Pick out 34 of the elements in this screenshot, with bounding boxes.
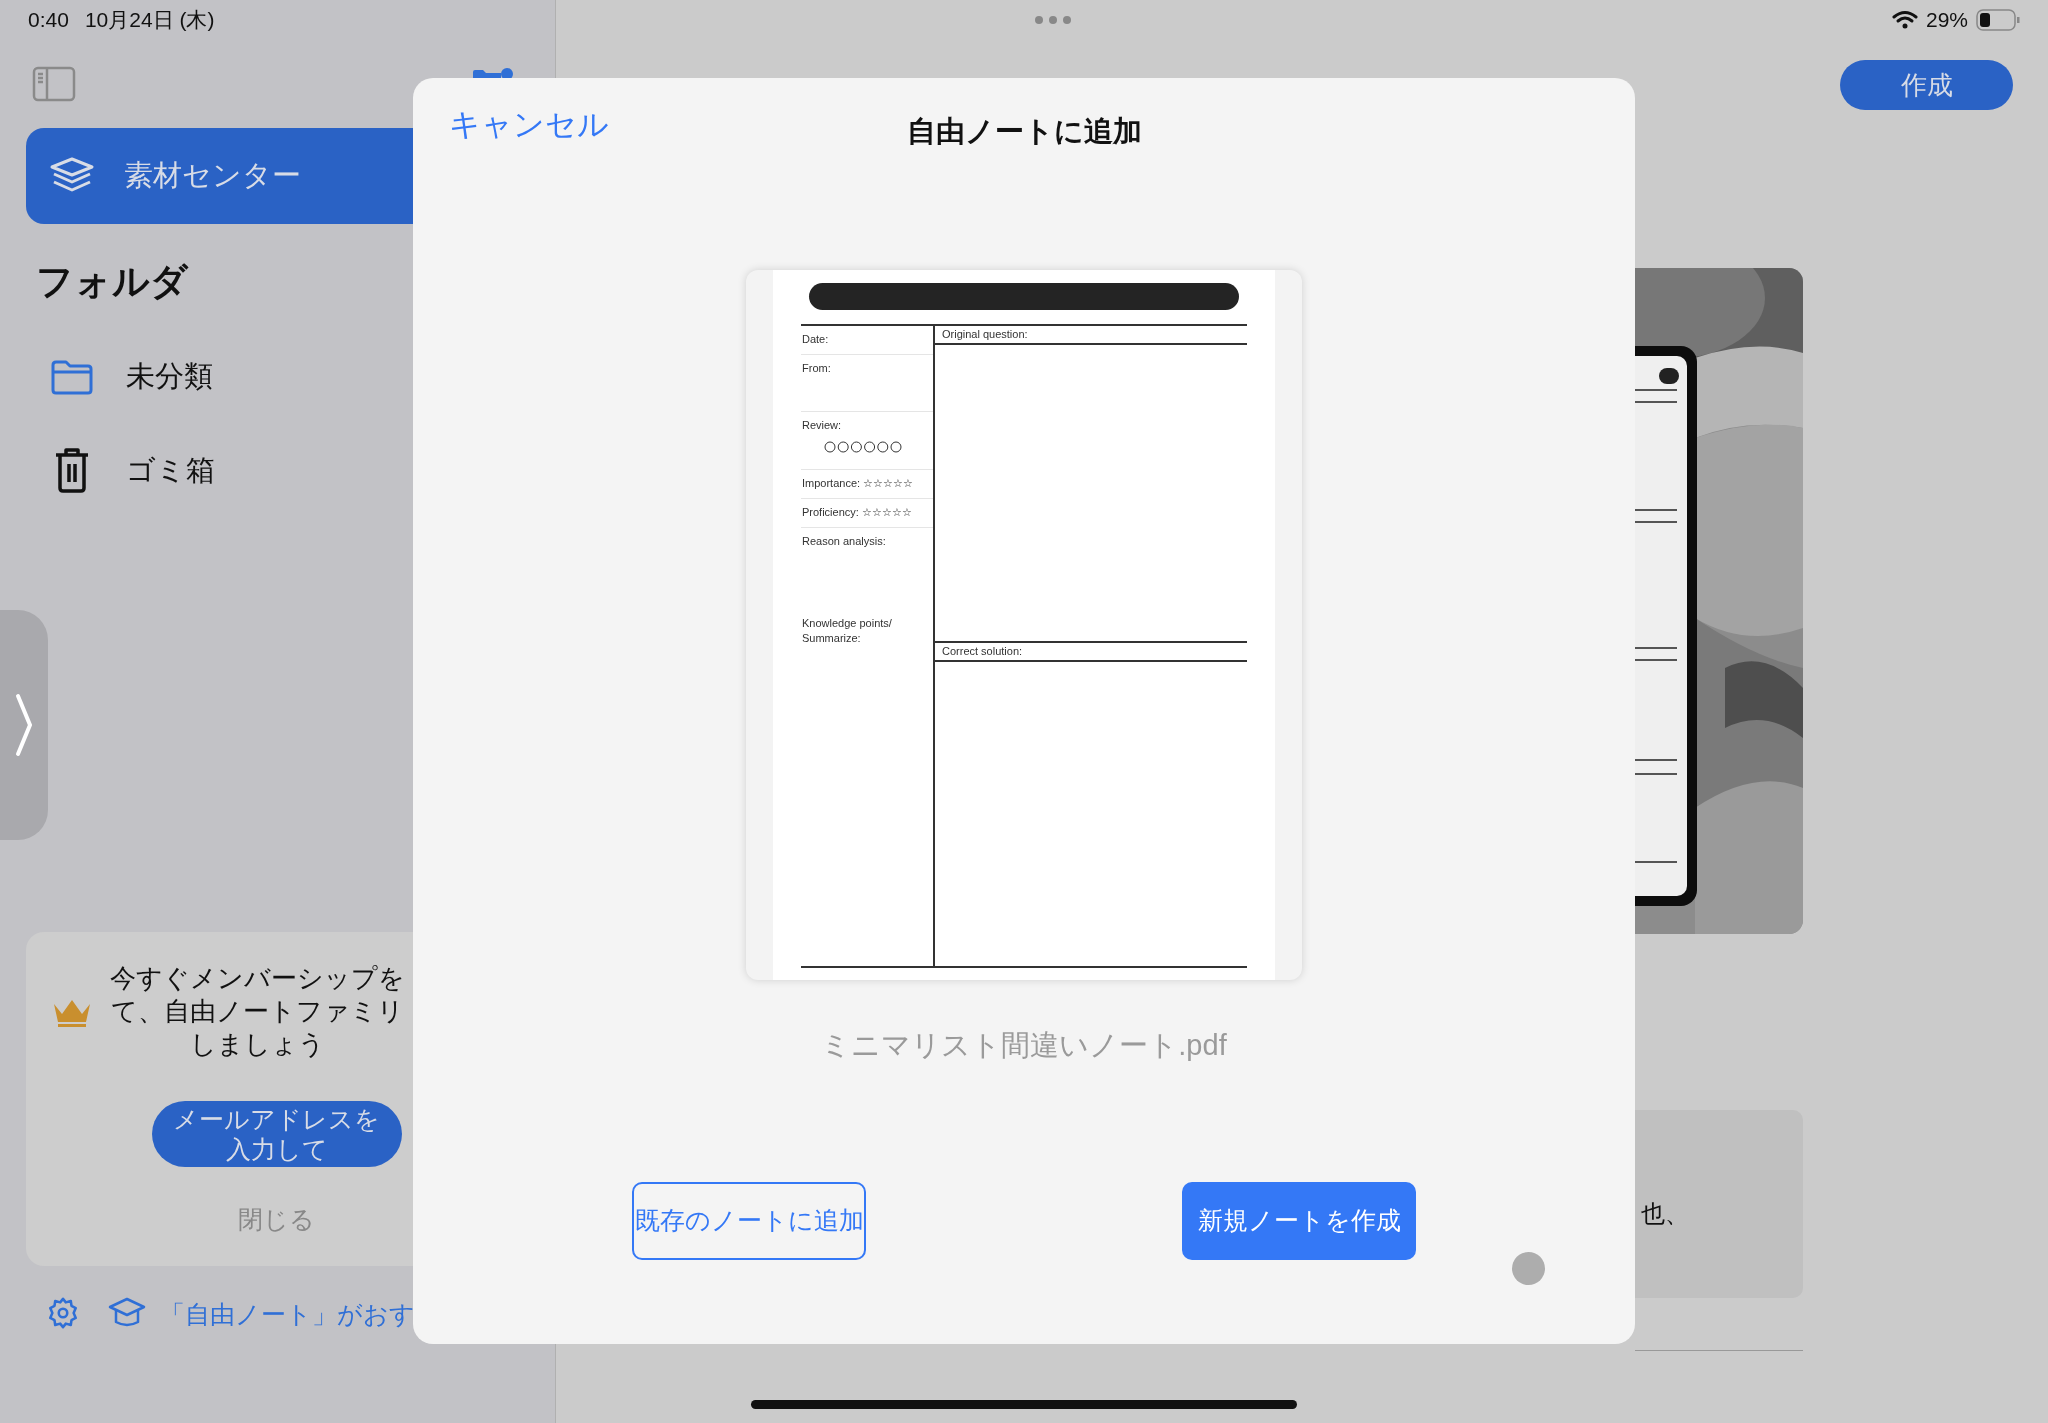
folder-item[interactable]: 未分類 [26, 329, 555, 424]
battery-percent: 29% [1925, 7, 1968, 34]
section-header: Original question: [935, 326, 1247, 345]
chevron-right-icon [15, 692, 33, 757]
field-label: Proficiency: ☆☆☆☆☆ [802, 505, 913, 520]
card-text: 也、 [1641, 1199, 1689, 1229]
dialog-title: 自由ノートに追加 [906, 114, 1142, 150]
close-link[interactable]: 閉じる [238, 1201, 315, 1239]
field-label: Knowledge points/ Summarize: [802, 616, 893, 646]
add-to-note-button[interactable]: 既存のノートに追加 [632, 1181, 866, 1260]
folder-icon [50, 358, 94, 395]
status-date: 10月24日 (木) [84, 7, 215, 34]
email-button[interactable]: メールアドレスを入力して [151, 1101, 402, 1167]
battery-icon [1976, 9, 2020, 31]
graduation-cap-icon[interactable] [108, 1296, 146, 1328]
field-label: Review: [802, 418, 843, 433]
section-heading: フォルダ [36, 260, 190, 304]
field-label: From: [802, 361, 832, 376]
field-label: Reason analysis: [802, 534, 887, 549]
wifi-icon [1891, 10, 1918, 30]
status-time: 0:40 [28, 7, 69, 34]
settings-icon[interactable] [46, 1296, 80, 1330]
create-button[interactable]: 作成 [1840, 60, 2013, 110]
field-label: Date: [802, 332, 830, 347]
field-label: Importance: ☆☆☆☆☆ [802, 476, 915, 491]
recommend-link[interactable]: 「自由ノート」がおす [160, 1296, 415, 1334]
create-note-button[interactable]: 新規ノートを作成 [1182, 1181, 1416, 1260]
section-header: Correct solution: [935, 641, 1247, 662]
promo-message: 今すぐメンバーシップを て、自由ノートファミリ しましょう [108, 962, 406, 1061]
folder-item[interactable]: ゴミ箱 [26, 423, 555, 518]
file-name: ミニマリスト間違いノート.pdf [820, 1028, 1228, 1063]
side-handle[interactable] [0, 609, 48, 840]
more-dots-icon[interactable] [1034, 15, 1073, 25]
sidebar-toggle-icon[interactable] [32, 66, 76, 102]
